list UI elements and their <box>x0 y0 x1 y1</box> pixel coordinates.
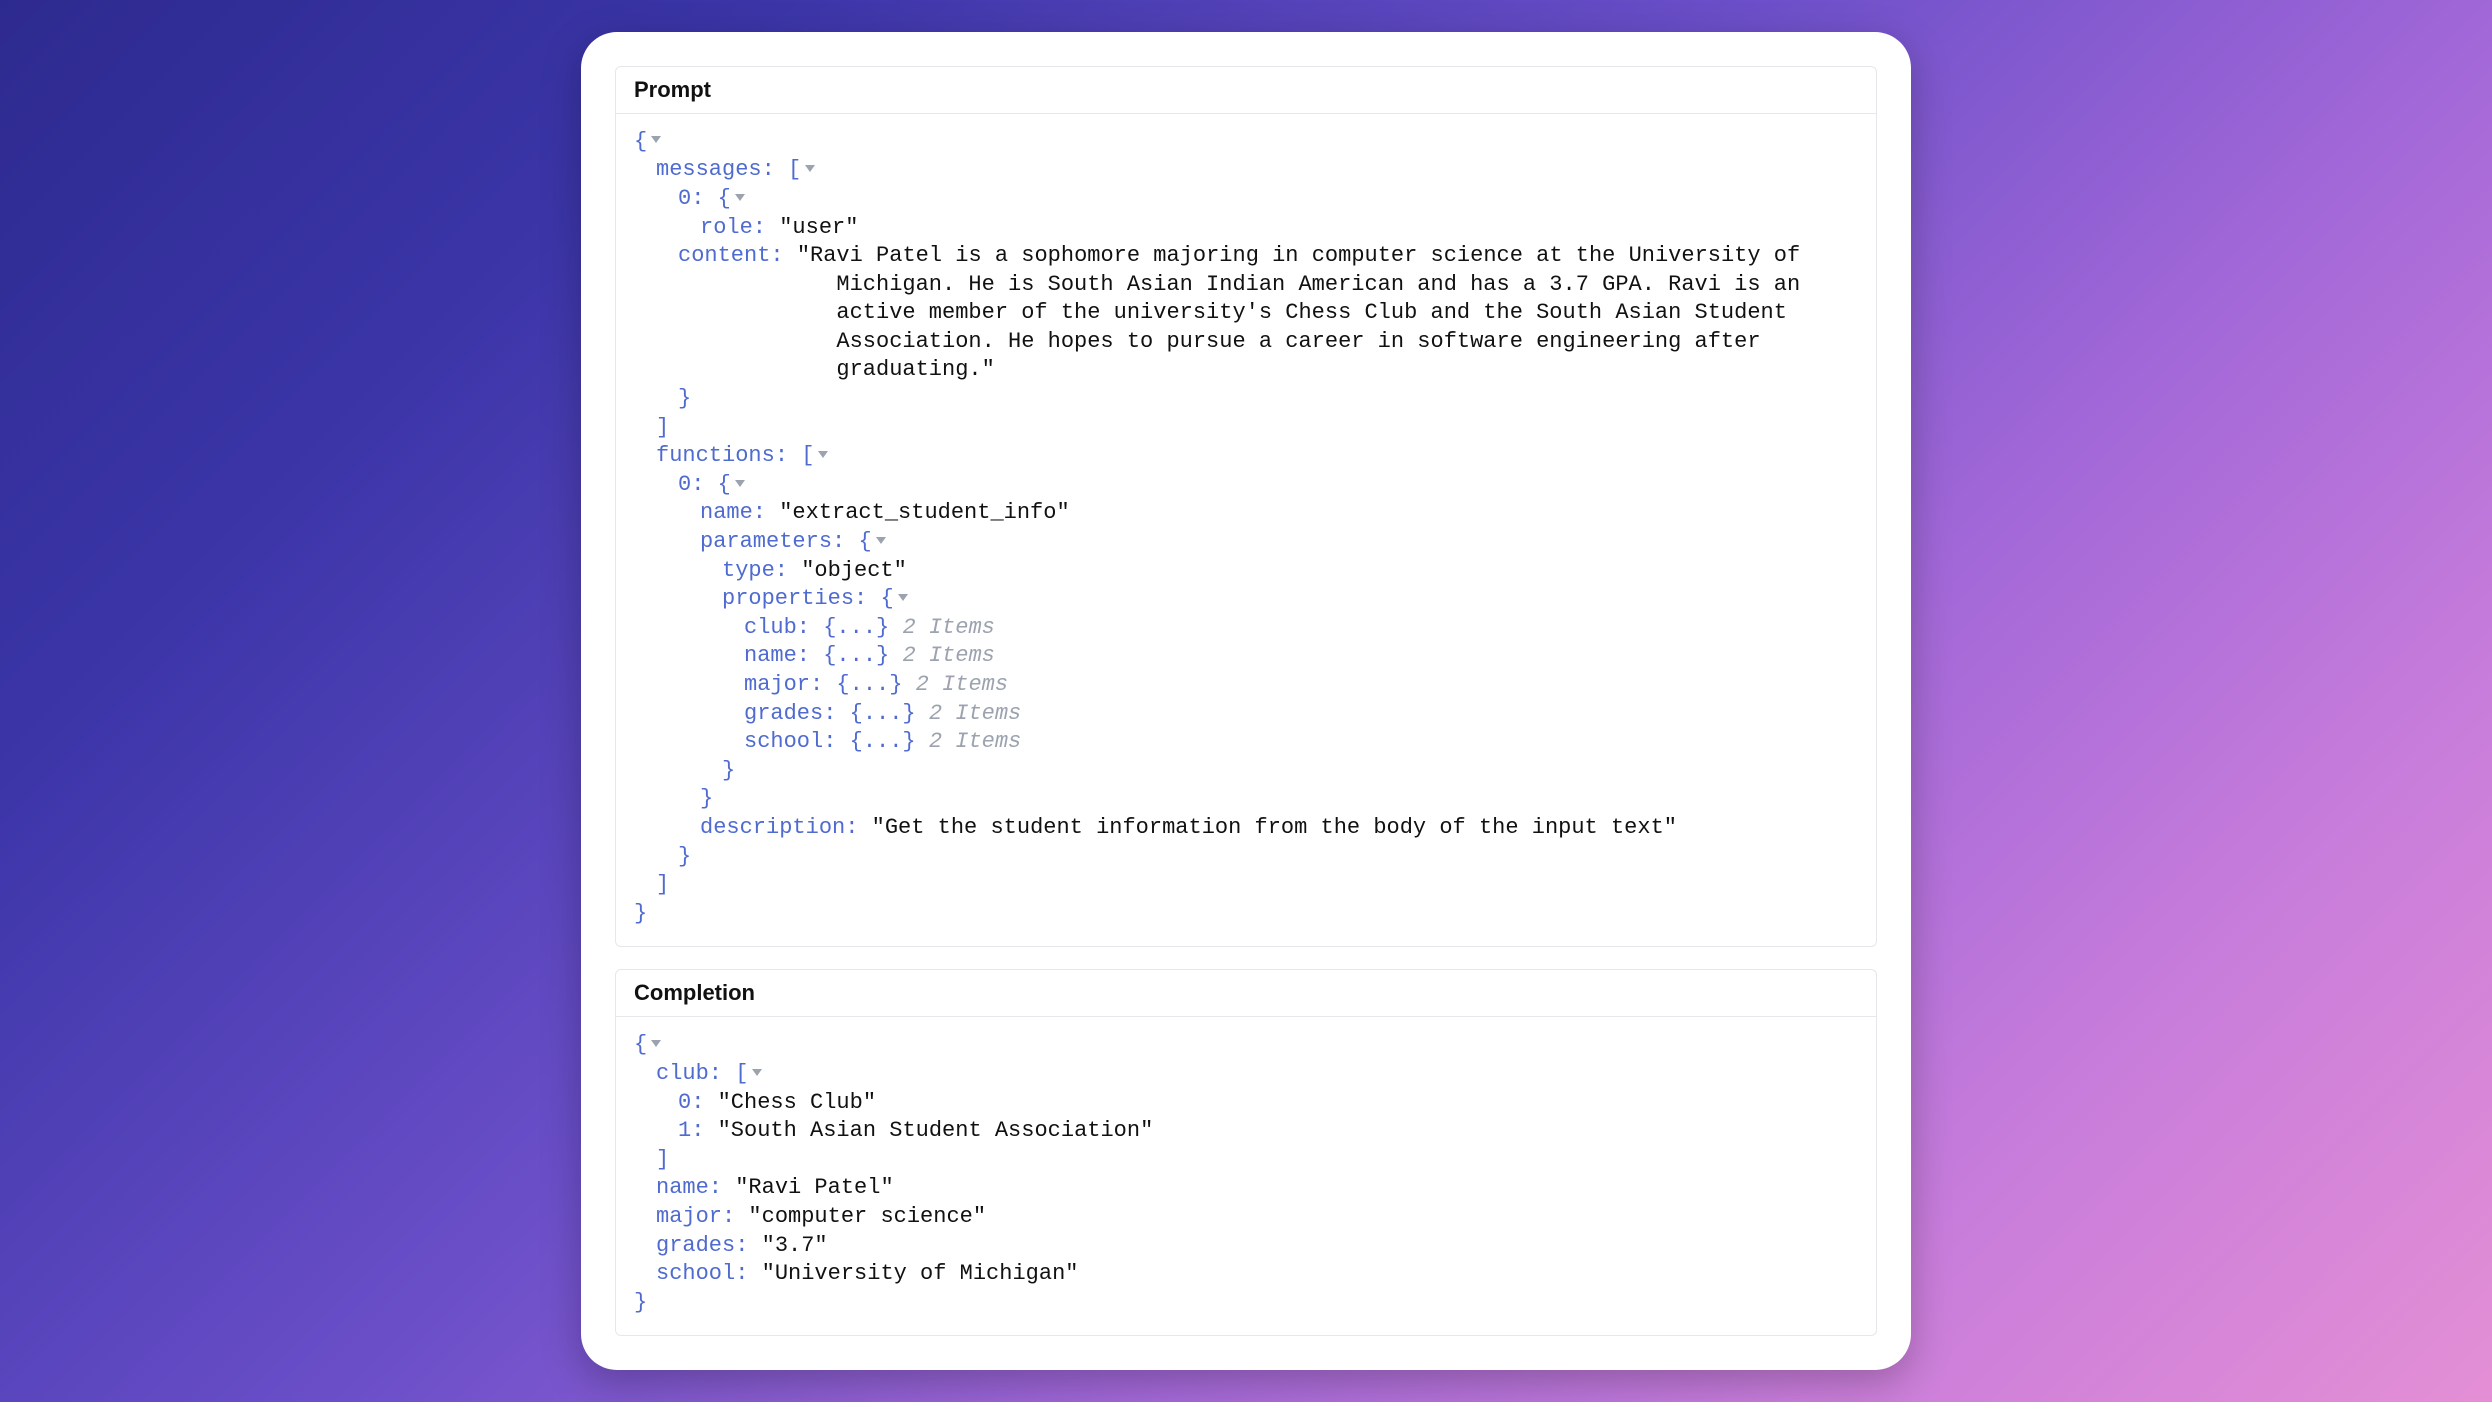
brace-open: { <box>858 529 871 554</box>
brace-open: { <box>634 1032 647 1057</box>
brace-close: } <box>722 758 735 783</box>
value-grades: "3.7" <box>762 1233 828 1258</box>
key-parameters: parameters: <box>700 529 845 554</box>
value-content: "Ravi Patel is a sophomore majoring in c… <box>797 243 1800 382</box>
brace-open: { <box>634 129 647 154</box>
brace-close: } <box>678 386 691 411</box>
value-name: "Ravi Patel" <box>735 1175 893 1200</box>
chevron-down-icon[interactable] <box>876 537 886 544</box>
items-hint: 2 Items <box>916 672 1008 697</box>
items-hint: 2 Items <box>902 643 994 668</box>
chevron-down-icon[interactable] <box>818 451 828 458</box>
prop-school: school: <box>744 729 836 754</box>
key-properties: properties: <box>722 586 867 611</box>
club-1: "South Asian Student Association" <box>718 1118 1154 1143</box>
index-1: 1: <box>678 1118 704 1143</box>
index-0: 0: <box>678 472 704 497</box>
chevron-down-icon[interactable] <box>752 1069 762 1076</box>
brace-open: { <box>880 586 893 611</box>
brace-close: } <box>634 1290 647 1315</box>
value-fn-name: "extract_student_info" <box>779 500 1069 525</box>
items-hint: 2 Items <box>902 615 994 640</box>
brace-close: } <box>634 901 647 926</box>
chevron-down-icon[interactable] <box>898 594 908 601</box>
key-grades: grades: <box>656 1233 748 1258</box>
prop-grades: grades: <box>744 701 836 726</box>
key-functions: functions: <box>656 443 788 468</box>
value-type: "object" <box>801 558 907 583</box>
chevron-down-icon[interactable] <box>651 1040 661 1047</box>
key-club: club: <box>656 1061 722 1086</box>
value-school: "University of Michigan" <box>762 1261 1079 1286</box>
key-school: school: <box>656 1261 748 1286</box>
bracket-close: ] <box>656 872 669 897</box>
completion-header: Completion <box>616 970 1876 1017</box>
bracket-close: ] <box>656 1147 669 1172</box>
collapsed-object[interactable]: {...} <box>850 729 916 754</box>
key-type: type: <box>722 558 788 583</box>
collapsed-object[interactable]: {...} <box>823 615 889 640</box>
chevron-down-icon[interactable] <box>805 165 815 172</box>
key-role: role: <box>700 215 766 240</box>
prompt-body: { messages: [ 0: { role: "user" content:… <box>616 114 1876 947</box>
value-major: "computer science" <box>748 1204 986 1229</box>
chevron-down-icon[interactable] <box>651 136 661 143</box>
prop-major: major: <box>744 672 823 697</box>
prop-club: club: <box>744 615 810 640</box>
completion-panel: Completion { club: [ 0: "Chess Club" 1: … <box>615 969 1877 1336</box>
bracket-close: ] <box>656 415 669 440</box>
key-name: name: <box>656 1175 722 1200</box>
index-0: 0: <box>678 186 704 211</box>
bracket-open: [ <box>788 157 801 182</box>
key-major: major: <box>656 1204 735 1229</box>
brace-open: { <box>718 186 731 211</box>
completion-body: { club: [ 0: "Chess Club" 1: "South Asia… <box>616 1017 1876 1335</box>
items-hint: 2 Items <box>929 729 1021 754</box>
main-card: Prompt { messages: [ 0: { role: "user" c… <box>581 32 1911 1371</box>
collapsed-object[interactable]: {...} <box>836 672 902 697</box>
prop-name: name: <box>744 643 810 668</box>
collapsed-object[interactable]: {...} <box>823 643 889 668</box>
prompt-header: Prompt <box>616 67 1876 114</box>
bracket-open: [ <box>801 443 814 468</box>
chevron-down-icon[interactable] <box>735 194 745 201</box>
brace-open: { <box>718 472 731 497</box>
key-messages: messages: <box>656 157 775 182</box>
key-name: name: <box>700 500 766 525</box>
value-description: "Get the student information from the bo… <box>872 815 1677 840</box>
brace-close: } <box>700 786 713 811</box>
key-description: description: <box>700 815 858 840</box>
key-content: content: <box>678 243 784 268</box>
brace-close: } <box>678 844 691 869</box>
prompt-panel: Prompt { messages: [ 0: { role: "user" c… <box>615 66 1877 948</box>
items-hint: 2 Items <box>929 701 1021 726</box>
index-0: 0: <box>678 1090 704 1115</box>
club-0: "Chess Club" <box>718 1090 876 1115</box>
bracket-open: [ <box>735 1061 748 1086</box>
collapsed-object[interactable]: {...} <box>850 701 916 726</box>
chevron-down-icon[interactable] <box>735 480 745 487</box>
value-role: "user" <box>779 215 858 240</box>
